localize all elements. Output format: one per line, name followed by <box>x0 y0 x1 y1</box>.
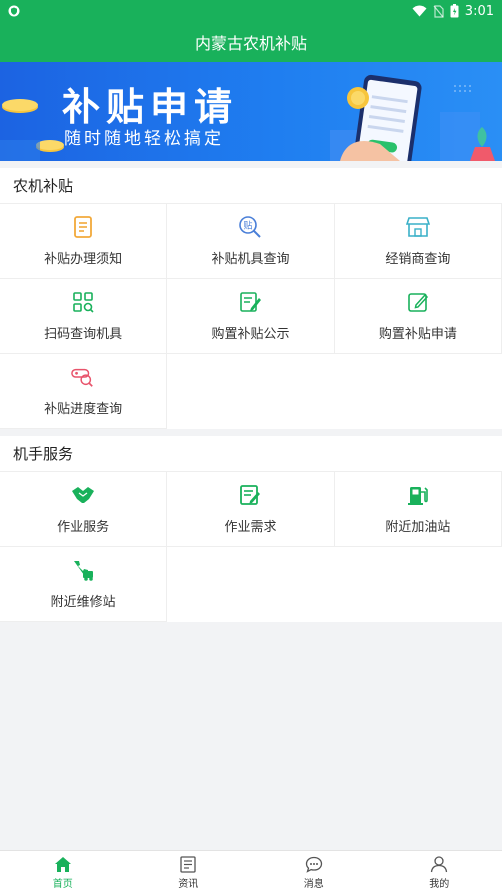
grid-item-label: 扫码查询机具 <box>44 327 123 342</box>
grid-item-label: 作业需求 <box>224 520 277 535</box>
message-icon <box>305 856 322 873</box>
banner-title: 补贴申请 <box>62 85 239 129</box>
grid-item-purchase-publicity[interactable]: 购置补贴公示 <box>167 279 335 354</box>
status-bar: 3:01 <box>0 0 502 22</box>
grid-item-label: 经销商查询 <box>385 252 451 267</box>
news-icon <box>180 855 196 873</box>
grid-item-label: 购置补贴公示 <box>211 327 290 342</box>
grid-item-subsidy-machine-search[interactable]: 贴 补贴机具查询 <box>167 204 335 279</box>
banner-subtitle: 随时随地轻松搞定 <box>64 129 224 149</box>
no-sim-icon <box>433 4 444 18</box>
notice-icon <box>71 215 95 239</box>
grid-item-work-demand[interactable]: 作业需求 <box>167 472 335 547</box>
tab-home[interactable]: 首页 <box>0 851 126 894</box>
grid-item-dealer-search[interactable]: 经销商查询 <box>334 204 502 279</box>
tab-news[interactable]: 资讯 <box>126 851 252 894</box>
publicity-icon <box>238 290 262 314</box>
driver-service-section: 机手服务 作业服务 作业需求 附近加油站 附近维修站 <box>0 436 502 622</box>
grid-item-purchase-apply[interactable]: 购置补贴申请 <box>334 279 502 354</box>
grid-item-work-service[interactable]: 作业服务 <box>0 472 168 547</box>
subsidy-section: 农机补贴 补贴办理须知 贴 补贴机具查询 经销商查询 扫码查询机具 购置补贴公示… <box>0 168 502 429</box>
grid-item-label: 补贴机具查询 <box>211 252 290 267</box>
grid-item-label: 购置补贴申请 <box>378 327 457 342</box>
tab-label: 首页 <box>52 878 73 890</box>
tab-label: 资讯 <box>178 878 199 890</box>
grid-item-nearby-gas-station[interactable]: 附近加油站 <box>334 472 502 547</box>
scan-icon <box>71 290 95 314</box>
subsidy-search-icon: 贴 <box>238 215 262 239</box>
tab-label: 我的 <box>429 879 450 890</box>
gas-station-icon <box>406 483 430 507</box>
app-header: 内蒙古农机补贴 <box>0 22 502 62</box>
store-icon <box>405 215 430 239</box>
grid-item-label: 作业服务 <box>57 520 110 535</box>
grid-item-nearby-repair-station[interactable]: 附近维修站 <box>0 547 168 622</box>
section-title-subsidy: 农机补贴 <box>0 168 502 204</box>
apply-icon <box>406 290 430 314</box>
bottom-tab-bar: 首页 资讯 消息 我的 <box>0 850 502 894</box>
demand-icon <box>238 483 262 507</box>
wifi-icon <box>412 5 427 17</box>
profile-icon <box>431 856 448 873</box>
grid-item-progress-search[interactable]: 补贴进度查询 <box>0 354 168 429</box>
status-time: 3:01 <box>464 3 494 19</box>
page-title: 内蒙古农机补贴 <box>194 34 307 53</box>
tab-profile[interactable]: 我的 <box>377 851 502 894</box>
repair-icon <box>71 558 95 582</box>
handshake-icon <box>71 483 95 507</box>
home-icon <box>54 856 71 872</box>
grid-item-scan-search[interactable]: 扫码查询机具 <box>0 279 168 354</box>
shield-icon <box>8 5 20 17</box>
tab-label: 消息 <box>303 878 324 890</box>
grid-item-label: 附近维修站 <box>50 595 116 610</box>
progress-icon <box>71 365 95 389</box>
grid-item-label: 补贴办理须知 <box>44 252 123 267</box>
grid-item-label: 附近加油站 <box>385 520 451 535</box>
svg-text:贴: 贴 <box>244 220 253 232</box>
battery-icon <box>450 4 459 18</box>
grid-item-label: 补贴进度查询 <box>44 402 123 417</box>
promo-banner[interactable]: 补贴申请 随时随地轻松搞定 <box>0 62 502 161</box>
grid-item-subsidy-notice[interactable]: 补贴办理须知 <box>0 204 168 279</box>
tab-messages[interactable]: 消息 <box>251 851 377 894</box>
section-title-driver: 机手服务 <box>0 436 502 472</box>
